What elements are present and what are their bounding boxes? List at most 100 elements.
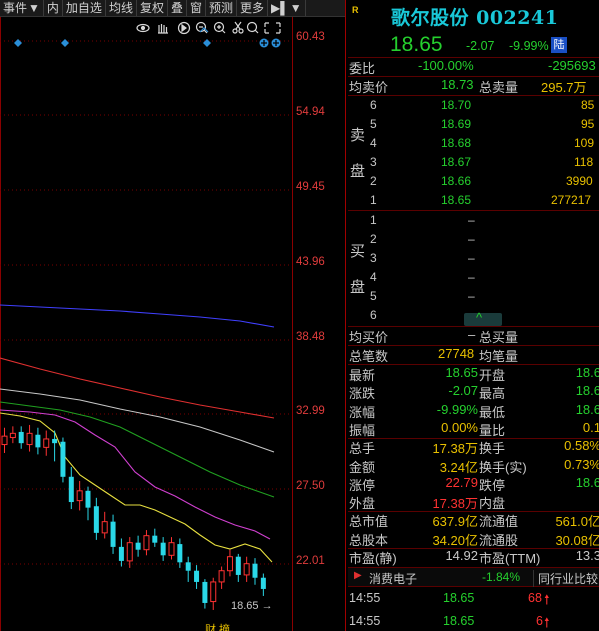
kline-chart-pane[interactable]: 事件 ▼ 内 加自选 均线 复权 叠 窗 预测 更多 ▶▌ ▼ 60.43 54… <box>0 0 345 631</box>
stat-label: 跌停 <box>479 477 506 493</box>
candle <box>26 424 33 452</box>
stock-title[interactable]: 歌尔股份 002241 <box>391 3 558 30</box>
price-change-pct: -9.99% <box>509 39 549 53</box>
candle-body <box>235 556 241 575</box>
candlestick-series <box>1 424 266 610</box>
toolbar-inner-button[interactable]: 内 <box>44 0 63 16</box>
candle <box>168 537 175 560</box>
candle <box>252 558 258 585</box>
stat-row: 总手 17.38万 换手 0.58% <box>348 438 599 456</box>
price-level-label: 60.43 <box>296 31 325 43</box>
candle <box>126 537 133 568</box>
ma-white-line <box>0 388 275 453</box>
candle-body <box>18 431 24 444</box>
stat-label: 流通股 <box>479 532 519 548</box>
stat-value: 637.9亿 <box>432 514 478 530</box>
dropdown-arrow-icon: ▼ <box>28 0 40 15</box>
last-price-label: 18.65 → <box>231 600 273 612</box>
quote-panel: R 歌尔股份 002241 18.65 -2.07 -9.99% 陆 委比 -1… <box>348 0 599 631</box>
candle <box>76 481 83 511</box>
candle <box>85 486 91 521</box>
toolbar-overlay-button[interactable]: 叠 <box>168 0 187 16</box>
candle-body <box>260 577 266 589</box>
tick-row: 14:55 18.65 6 🠕 <box>348 614 599 631</box>
stat-label: 总手 <box>349 441 376 457</box>
stat-row: 总股本 34.20亿 流通股 30.08亿 <box>348 530 599 548</box>
dropdown-arrow-icon: ▼ <box>289 0 302 15</box>
sell-level-row[interactable]: 6 18.70 85 <box>348 96 599 115</box>
buy-level-row[interactable]: 4– <box>348 268 599 287</box>
stat-label: 市盈(TTM) <box>479 551 541 566</box>
grid-lines <box>0 40 292 565</box>
current-price: 18.65 <box>390 33 443 56</box>
candle-body <box>43 438 50 448</box>
buy-level-row[interactable]: 2– <box>348 230 599 249</box>
sell-level-row[interactable]: 5 18.69 95 <box>348 115 599 134</box>
ma-blue-line <box>0 304 275 328</box>
total-deals-row: 总笔数 27748 均笔量 <box>349 346 519 364</box>
price-level-label: 32.99 <box>296 405 325 417</box>
candle <box>1 427 8 453</box>
sell-level-row[interactable]: 2 18.66 3990 <box>348 172 599 191</box>
candle <box>218 566 225 589</box>
stat-label: 最新 <box>349 368 376 383</box>
stat-value: 18.65 <box>445 365 478 380</box>
peer-compare-button[interactable]: 同行业比较 <box>533 570 598 587</box>
buy-level-row[interactable]: 5– <box>348 287 599 306</box>
stat-label: 市盈(静) <box>349 551 397 566</box>
toolbar-event-button[interactable]: 事件 ▼ <box>0 0 44 16</box>
toolbar-expand-button[interactable]: ▶▌ ▼ <box>268 0 306 16</box>
stat-row: 外盘 17.38万 内盘 <box>348 493 599 511</box>
stat-value: 14.92 <box>445 548 478 563</box>
sell-level-row[interactable]: 1 18.65 277217 <box>348 191 599 210</box>
stat-value: 18.6 <box>575 365 599 380</box>
stat-row: 市盈(静) 14.92 市盈(TTM) 13.3 <box>348 548 599 566</box>
candle <box>101 511 108 539</box>
stat-label: 总股本 <box>349 532 389 548</box>
sector-bar[interactable]: ▶ 消费电子 -1.84% 同行业比较 <box>348 567 599 587</box>
buy-level-row[interactable]: 3– <box>348 249 599 268</box>
candle <box>202 579 208 609</box>
candle <box>110 514 116 554</box>
candle <box>18 426 24 449</box>
candle-body <box>143 535 150 551</box>
candle-body <box>85 490 91 508</box>
candle-body <box>202 581 208 603</box>
toolbar-add-watchlist-button[interactable]: 加自选 <box>63 0 106 16</box>
toolbar-more-button[interactable]: 更多 <box>237 0 269 16</box>
sell-level-row[interactable]: 3 18.67 118 <box>348 153 599 172</box>
hand-icon <box>158 24 168 34</box>
candle-body <box>60 441 66 477</box>
stat-value: 13.3 <box>575 548 599 563</box>
toolbar-adjust-button[interactable]: 复权 <box>137 0 168 16</box>
price-level-label: 49.45 <box>296 181 325 193</box>
sector-name[interactable]: 消费电子 <box>369 570 417 587</box>
sell-level-row[interactable]: 4 18.68 109 <box>348 134 599 153</box>
stat-row: 涨跌 -2.07 最高 18.6 <box>348 383 599 401</box>
candle <box>35 427 41 455</box>
candle <box>177 538 183 568</box>
toolbar-window-button[interactable]: 窗 <box>187 0 206 16</box>
orderbook-expand-button[interactable]: ^ <box>464 310 502 326</box>
buy-level-row[interactable]: 1– <box>348 211 599 230</box>
candle <box>93 497 99 540</box>
kline-chart[interactable] <box>0 17 345 631</box>
toolbar-forecast-button[interactable]: 预测 <box>206 0 238 16</box>
arrow-up-icon: 🠕 <box>544 615 550 630</box>
candle <box>143 530 150 556</box>
candle <box>9 426 16 444</box>
candle <box>243 556 250 582</box>
candle <box>185 556 191 582</box>
chart-tool-icons <box>136 21 281 35</box>
stat-label: 流通值 <box>479 514 519 530</box>
candle <box>210 577 217 610</box>
candle-body <box>226 556 233 572</box>
toolbar-ma-button[interactable]: 均线 <box>106 0 137 16</box>
candle-body <box>93 506 99 533</box>
stat-value: 18.6 <box>575 401 599 417</box>
stat-value: 17.38万 <box>432 441 478 457</box>
stat-value: -2.07 <box>448 383 478 399</box>
candle-body <box>35 434 41 448</box>
scissors-icon <box>232 21 244 34</box>
candle-body <box>194 570 200 582</box>
